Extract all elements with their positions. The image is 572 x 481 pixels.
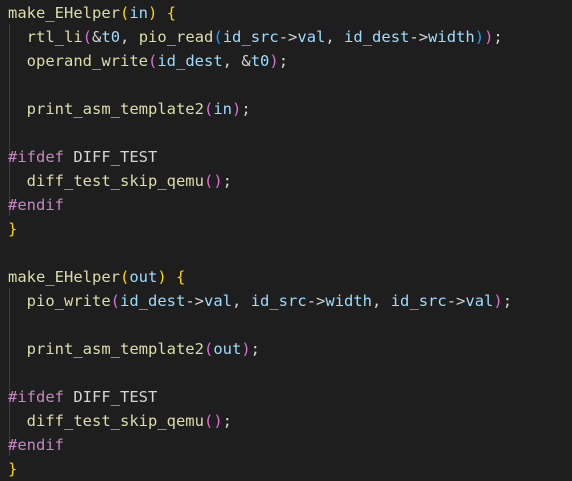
code-token: () xyxy=(203,172,223,190)
code-token: #endif xyxy=(8,196,64,214)
code-token: , xyxy=(372,292,391,310)
code-token: ; xyxy=(222,172,232,190)
code-token: DIFF_TEST xyxy=(64,148,158,166)
code-line[interactable]: make_EHelper(out) { xyxy=(8,265,185,289)
code-token: id_src xyxy=(222,28,279,46)
code-token: -> xyxy=(446,292,466,310)
code-token: print_asm_template2 xyxy=(26,340,204,358)
code-token: -> xyxy=(278,28,298,46)
code-line[interactable]: #ifdef DIFF_TEST xyxy=(8,145,157,169)
code-token: diff_test_skip_qemu xyxy=(26,412,204,430)
code-token: -> xyxy=(409,28,429,46)
code-token: ( xyxy=(203,100,214,118)
code-token: rtl_li xyxy=(26,28,83,46)
code-token: val xyxy=(465,292,494,310)
code-token: -> xyxy=(185,292,205,310)
code-line[interactable]: #endif xyxy=(8,433,64,457)
code-line[interactable]: print_asm_template2(out); xyxy=(8,337,260,361)
code-token: { xyxy=(176,268,186,286)
code-token: val xyxy=(297,28,326,46)
code-token: #ifdef xyxy=(8,388,64,406)
code-token: ( xyxy=(213,28,223,46)
code-token: id_dest xyxy=(344,28,410,46)
code-token: pio_write xyxy=(26,292,111,310)
code-token: make_EHelper xyxy=(8,4,120,22)
code-token: id_dest xyxy=(157,52,223,70)
code-token: , xyxy=(232,292,251,310)
code-token: , xyxy=(120,28,139,46)
code-token: width xyxy=(428,28,475,46)
code-token: in xyxy=(129,4,148,22)
code-token: operand_write xyxy=(26,52,148,70)
code-line[interactable]: make_EHelper(in) { xyxy=(8,1,176,25)
code-line[interactable]: } xyxy=(8,217,17,241)
code-token: pio_read xyxy=(138,28,214,46)
code-line[interactable]: diff_test_skip_qemu(); xyxy=(8,169,232,193)
code-token: ( xyxy=(110,292,121,310)
code-line[interactable]: print_asm_template2(in); xyxy=(8,97,251,121)
code-token: t0 xyxy=(101,28,121,46)
code-token: } xyxy=(8,220,18,238)
code-token: make_EHelper xyxy=(8,268,120,286)
code-token: ) xyxy=(474,28,485,46)
code-token: ( xyxy=(119,268,130,286)
code-token: ; xyxy=(222,412,232,430)
code-line[interactable]: #ifdef DIFF_TEST xyxy=(8,385,157,409)
code-token: , xyxy=(222,52,242,70)
code-line[interactable]: diff_test_skip_qemu(); xyxy=(8,409,232,433)
code-token: ( xyxy=(148,52,158,70)
code-token: DIFF_TEST xyxy=(64,388,158,406)
code-token: id_src xyxy=(390,292,447,310)
code-token: ) xyxy=(493,292,503,310)
code-token: () xyxy=(203,412,223,430)
code-token: } xyxy=(8,460,18,478)
code-line[interactable]: rtl_li(&t0, pio_read(id_src->val, id_des… xyxy=(8,25,503,49)
code-token: in xyxy=(213,100,232,118)
code-line[interactable]: #endif xyxy=(8,193,64,217)
code-token: id_src xyxy=(250,292,307,310)
code-token: width xyxy=(325,292,373,310)
code-token: { xyxy=(166,4,177,22)
code-line[interactable]: pio_write(id_dest->val, id_src->width, i… xyxy=(8,289,512,313)
code-token: val xyxy=(204,292,233,310)
code-line[interactable]: operand_write(id_dest, &t0); xyxy=(8,49,288,73)
code-token: diff_test_skip_qemu xyxy=(26,172,204,190)
code-token: , xyxy=(325,28,345,46)
code-token: ( xyxy=(82,28,93,46)
code-token: ; xyxy=(502,292,513,310)
code-token: & xyxy=(241,52,251,70)
code-token: ) xyxy=(148,4,158,22)
code-token: t0 xyxy=(250,52,270,70)
code-token: ( xyxy=(119,4,130,22)
code-token: ) xyxy=(484,28,494,46)
code-token: #ifdef xyxy=(8,148,64,166)
code-token: ) xyxy=(232,100,242,118)
code-editor[interactable]: make_EHelper(in) { rtl_li(&t0, pio_read(… xyxy=(0,0,572,478)
code-token: & xyxy=(92,28,102,46)
code-token: ; xyxy=(250,340,261,358)
code-token: ) xyxy=(269,52,279,70)
code-token: #endif xyxy=(8,436,64,454)
code-token: ; xyxy=(493,28,503,46)
code-token: out xyxy=(213,340,242,358)
code-token: -> xyxy=(306,292,326,310)
code-token: ) xyxy=(241,340,251,358)
code-line[interactable]: } xyxy=(8,457,17,481)
code-token: ( xyxy=(203,340,214,358)
code-token: print_asm_template2 xyxy=(26,100,204,118)
code-token: ) xyxy=(157,268,167,286)
code-token: out xyxy=(129,268,158,286)
code-token: ; xyxy=(278,52,289,70)
code-token: id_dest xyxy=(120,292,186,310)
code-token: ; xyxy=(241,100,251,118)
